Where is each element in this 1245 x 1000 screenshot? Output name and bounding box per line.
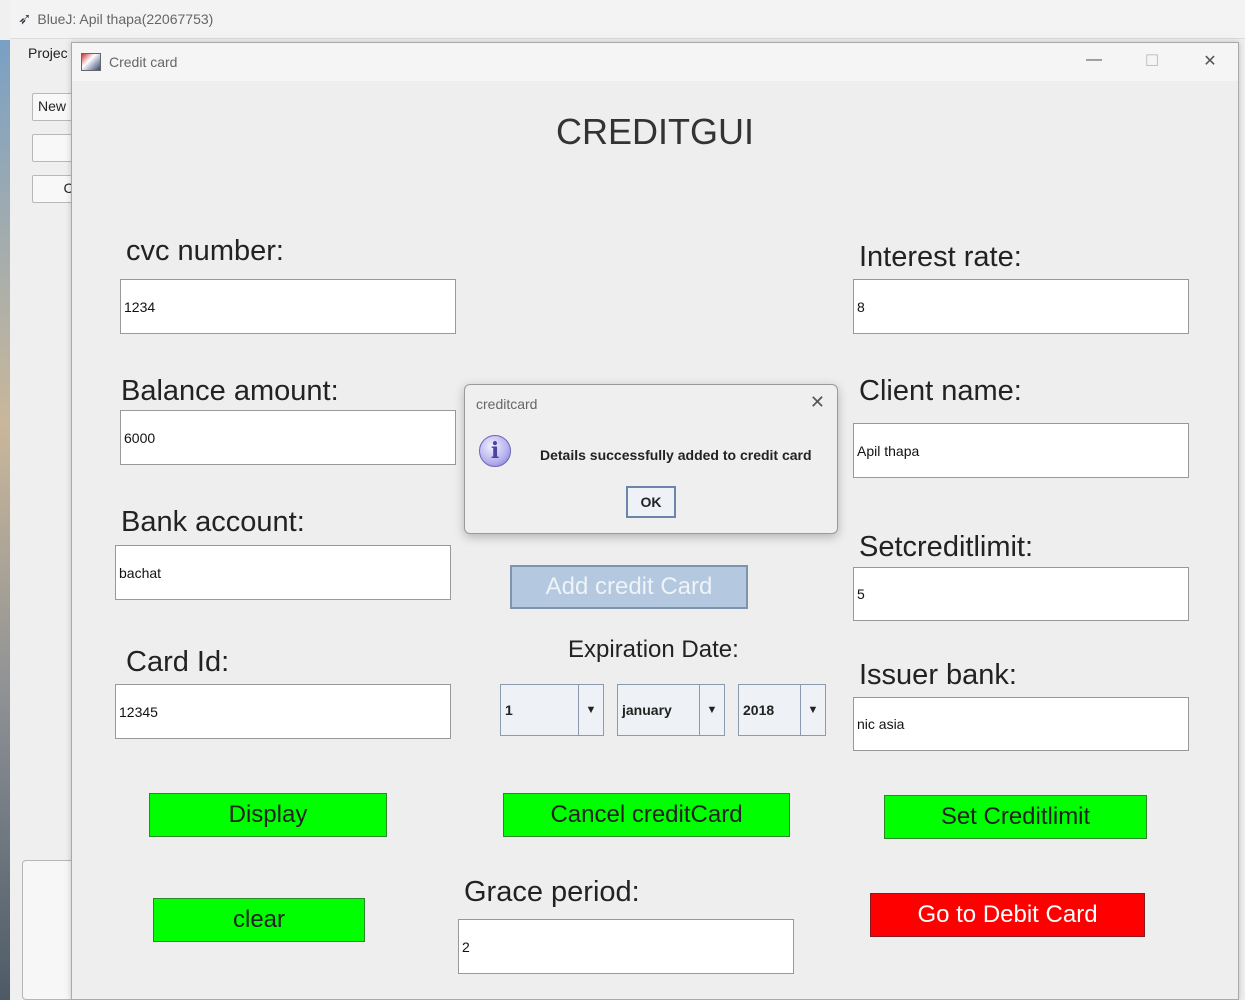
close-icon[interactable]: ✕: [1195, 51, 1225, 71]
balance-label: Balance amount:: [121, 375, 339, 407]
window-title: Credit card: [109, 54, 178, 70]
close-icon[interactable]: ✕: [810, 392, 825, 413]
bluej-bird-icon: ➶: [18, 11, 32, 28]
set-credit-limit-button[interactable]: Set Creditlimit: [884, 795, 1147, 839]
expiration-year-select[interactable]: 2018 ▼: [738, 684, 826, 736]
bluej-title: BlueJ: Apil thapa(22067753): [37, 11, 214, 27]
minimize-icon[interactable]: —: [1079, 51, 1109, 69]
menu-project[interactable]: Projec: [28, 45, 68, 61]
card-id-field[interactable]: 12345: [115, 684, 451, 739]
maximize-icon[interactable]: ☐: [1137, 51, 1167, 71]
client-name-field[interactable]: Apil thapa: [853, 423, 1189, 478]
balance-field[interactable]: 6000: [120, 410, 456, 465]
client-name-label: Client name:: [859, 375, 1022, 407]
bank-account-label: Bank account:: [121, 506, 305, 538]
expiration-day-select[interactable]: 1 ▼: [500, 684, 604, 736]
bluej-titlebar: ➶ BlueJ: Apil thapa(22067753): [10, 0, 1245, 39]
display-button[interactable]: Display: [149, 793, 387, 837]
window-titlebar: Credit card — ☐ ✕: [72, 43, 1238, 81]
interest-rate-field[interactable]: 8: [853, 279, 1189, 334]
issuer-bank-field[interactable]: nic asia: [853, 697, 1189, 751]
chevron-down-icon[interactable]: ▼: [699, 685, 724, 735]
expiration-month-value: january: [622, 702, 672, 718]
ok-button[interactable]: OK: [626, 486, 676, 518]
message-dialog: creditcard ✕ i Details successfully adde…: [464, 384, 838, 534]
dialog-message: Details successfully added to credit car…: [540, 447, 812, 463]
card-id-label: Card Id:: [126, 646, 230, 678]
add-credit-card-button[interactable]: Add credit Card: [510, 565, 748, 609]
cancel-credit-card-button[interactable]: Cancel creditCard: [503, 793, 790, 837]
expiration-day-value: 1: [505, 702, 513, 718]
dialog-title: creditcard: [476, 396, 538, 412]
clear-button[interactable]: clear: [153, 898, 365, 942]
page-title: CREDITGUI: [556, 111, 754, 152]
cvc-field[interactable]: 1234: [120, 279, 456, 334]
expiration-month-select[interactable]: january ▼: [617, 684, 725, 736]
issuer-bank-label: Issuer bank:: [859, 659, 1017, 691]
setcreditlimit-label: Setcreditlimit:: [859, 531, 1034, 563]
bank-account-field[interactable]: bachat: [115, 545, 451, 600]
grace-period-field[interactable]: 2: [458, 919, 794, 974]
chevron-down-icon[interactable]: ▼: [800, 685, 825, 735]
java-app-icon: [81, 53, 101, 71]
go-to-debit-card-button[interactable]: Go to Debit Card: [870, 893, 1145, 937]
expiration-date-label: Expiration Date:: [568, 636, 739, 663]
setcreditlimit-field[interactable]: 5: [853, 567, 1189, 621]
grace-period-label: Grace period:: [464, 876, 640, 908]
chevron-down-icon[interactable]: ▼: [578, 685, 603, 735]
interest-rate-label: Interest rate:: [859, 241, 1022, 273]
expiration-year-value: 2018: [743, 702, 775, 718]
desktop-background: [0, 40, 10, 1000]
info-icon: i: [479, 435, 511, 467]
cvc-label: cvc number:: [126, 235, 284, 267]
